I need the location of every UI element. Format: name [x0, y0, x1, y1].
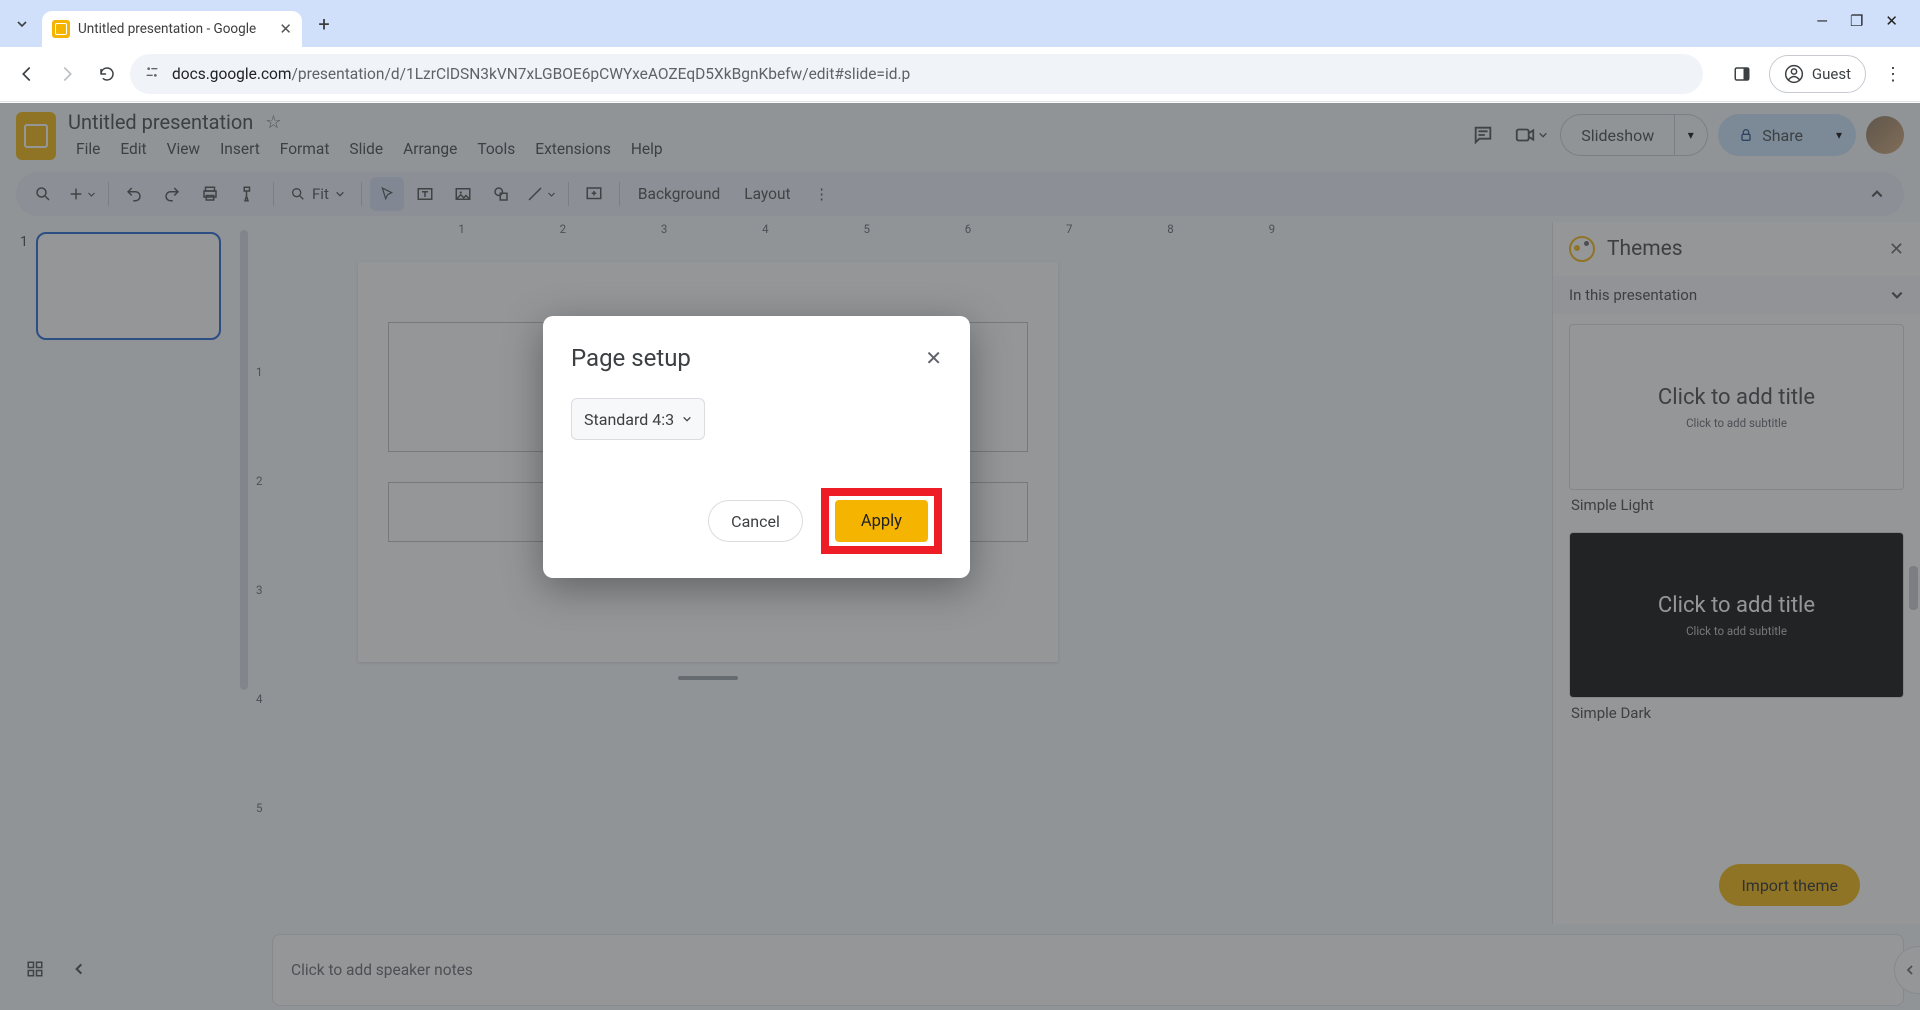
site-settings-icon[interactable]	[144, 64, 160, 84]
url-text: docs.google.com/presentation/d/1LzrClDSN…	[172, 65, 910, 83]
browser-menu-icon[interactable]: ⋮	[1876, 57, 1910, 91]
guest-label: Guest	[1812, 65, 1851, 83]
maximize-icon[interactable]: ❐	[1850, 12, 1863, 30]
address-bar[interactable]: docs.google.com/presentation/d/1LzrClDSN…	[130, 54, 1703, 94]
dialog-close-icon[interactable]: ✕	[925, 346, 942, 370]
profile-chip[interactable]: Guest	[1769, 55, 1866, 93]
dialog-title: Page setup	[571, 344, 691, 372]
new-tab-button[interactable]: +	[308, 8, 340, 40]
cancel-button[interactable]: Cancel	[708, 500, 803, 542]
apply-button[interactable]: Apply	[835, 500, 928, 542]
forward-button[interactable]	[50, 57, 84, 91]
browser-tab[interactable]: Untitled presentation - Google ✕	[42, 11, 302, 47]
back-button[interactable]	[10, 57, 44, 91]
tab-search-dropdown[interactable]	[8, 10, 36, 38]
page-setup-dialog: Page setup ✕ Standard 4:3 Cancel Apply	[543, 316, 970, 578]
guest-avatar-icon	[1784, 64, 1804, 84]
slides-favicon-icon	[52, 20, 70, 38]
close-tab-icon[interactable]: ✕	[279, 20, 292, 38]
window-controls: — ❐ ✕	[1816, 12, 1912, 36]
tab-title: Untitled presentation - Google	[78, 21, 271, 37]
side-panel-icon[interactable]	[1725, 57, 1759, 91]
aspect-ratio-label: Standard 4:3	[584, 410, 674, 429]
minimize-icon[interactable]: —	[1816, 12, 1828, 30]
browser-toolbar: docs.google.com/presentation/d/1LzrClDSN…	[0, 47, 1920, 102]
reload-button[interactable]	[90, 57, 124, 91]
chevron-down-icon	[682, 414, 692, 424]
aspect-ratio-select[interactable]: Standard 4:3	[571, 398, 705, 440]
close-window-icon[interactable]: ✕	[1885, 12, 1898, 30]
apply-highlight-annotation: Apply	[821, 488, 942, 554]
browser-titlebar: Untitled presentation - Google ✕ + — ❐ ✕	[0, 0, 1920, 47]
